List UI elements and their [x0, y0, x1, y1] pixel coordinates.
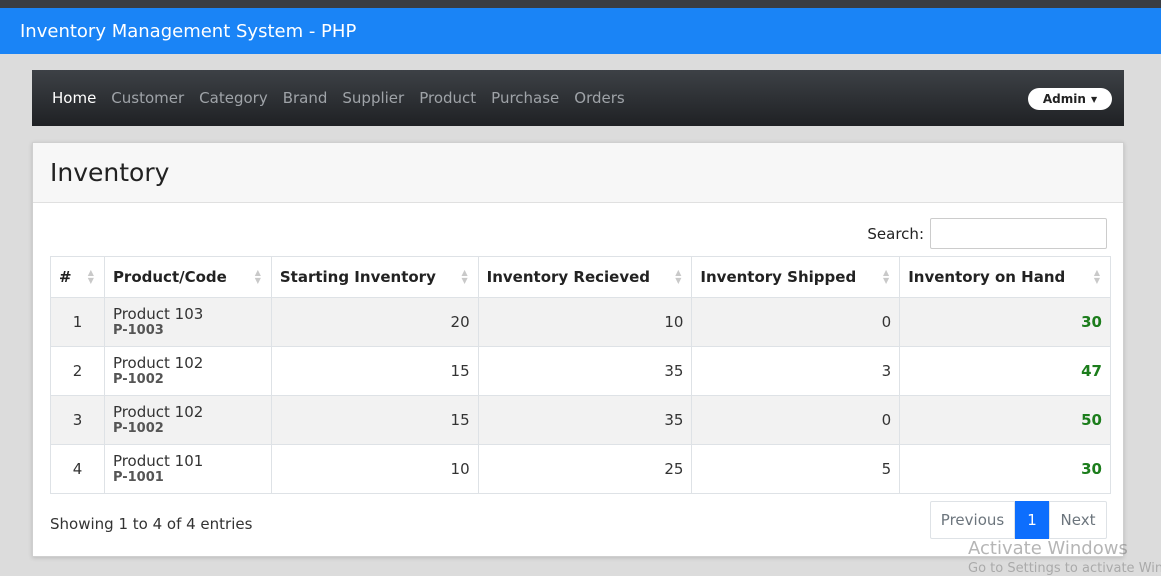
column-header-shipped[interactable]: Inventory Shipped ▲ ▼ [691, 256, 901, 298]
cell-on-hand: 30 [899, 297, 1111, 347]
column-header-received[interactable]: Inventory Recieved ▲ ▼ [477, 256, 693, 298]
nav-product[interactable]: Product [419, 89, 476, 107]
admin-label: Admin [1042, 92, 1086, 106]
pagination: Previous 1 Next [930, 501, 1107, 539]
table-row: 4 Product 101 P-1001 10 25 5 30 [50, 444, 1111, 494]
inventory-table: # ▲ ▼ Product/Code ▲ ▼ Starting Inventory ▲ ▼ … [50, 256, 1111, 494]
app-title: Inventory Management System - PHP [20, 20, 357, 42]
table-row: 1 Product 103 P-1003 20 10 0 30 [50, 297, 1111, 347]
caret-down-icon: ▼ [1090, 94, 1098, 104]
cell-shipped: 3 [691, 346, 901, 396]
search-label: Search: [867, 224, 924, 243]
cell-starting: 20 [270, 297, 479, 347]
cell-received: 35 [477, 346, 693, 396]
search-row: Search: [867, 218, 1107, 249]
product-name: Product 102 [112, 354, 204, 372]
admin-dropdown-button[interactable]: Admin ▼ [1028, 88, 1112, 110]
cell-received: 35 [477, 395, 693, 445]
app-header: Inventory Management System - PHP [0, 8, 1161, 54]
nav-purchase[interactable]: Purchase [491, 89, 559, 107]
sort-icon: ▲ ▼ [87, 268, 94, 285]
cell-shipped: 0 [691, 297, 901, 347]
product-code: P-1003 [112, 323, 164, 338]
previous-page-button[interactable]: Previous [930, 501, 1015, 539]
table-row: 3 Product 102 P-1002 15 35 0 50 [50, 395, 1111, 445]
product-code: P-1002 [112, 421, 164, 436]
page-1-button[interactable]: 1 [1015, 501, 1049, 539]
product-name: Product 101 [112, 452, 204, 470]
table-row: 2 Product 102 P-1002 15 35 3 47 [50, 346, 1111, 396]
cell-on-hand: 50 [899, 395, 1111, 445]
cell-product: Product 102 P-1002 [103, 395, 272, 445]
product-code: P-1002 [112, 372, 164, 387]
cell-index: 1 [50, 297, 105, 347]
cell-starting: 15 [270, 395, 479, 445]
cell-product: Product 103 P-1003 [103, 297, 272, 347]
table-info: Showing 1 to 4 of 4 entries [50, 515, 253, 533]
cell-shipped: 5 [691, 444, 901, 494]
column-header-index[interactable]: # ▲ ▼ [50, 256, 105, 298]
main-navbar: Home Customer Category Brand Supplier Pr… [32, 70, 1124, 126]
nav-home[interactable]: Home [52, 89, 96, 107]
nav-category[interactable]: Category [199, 89, 268, 107]
sort-icon: ▲ ▼ [254, 268, 261, 285]
column-header-starting[interactable]: Starting Inventory ▲ ▼ [270, 256, 479, 298]
inventory-card: Inventory Search: # ▲ ▼ Product/Code ▲ ▼ Sta… [32, 142, 1124, 557]
product-code: P-1001 [112, 470, 164, 485]
cell-index: 4 [50, 444, 105, 494]
sort-icon: ▲ ▼ [883, 268, 890, 285]
cell-index: 2 [50, 346, 105, 396]
sort-icon: ▲ ▼ [461, 268, 468, 285]
column-header-product[interactable]: Product/Code ▲ ▼ [103, 256, 272, 298]
nav-customer[interactable]: Customer [111, 89, 184, 107]
sort-icon: ▲ ▼ [1093, 268, 1100, 285]
cell-on-hand: 30 [899, 444, 1111, 494]
cell-product: Product 101 P-1001 [103, 444, 272, 494]
column-header-on-hand[interactable]: Inventory on Hand ▲ ▼ [899, 256, 1111, 298]
cell-starting: 15 [270, 346, 479, 396]
top-strip [0, 0, 1161, 8]
product-name: Product 102 [112, 403, 204, 421]
table-header-row: # ▲ ▼ Product/Code ▲ ▼ Starting Inventory ▲ ▼ … [50, 256, 1111, 298]
cell-product: Product 102 P-1002 [103, 346, 272, 396]
nav-brand[interactable]: Brand [283, 89, 328, 107]
card-header: Inventory [33, 143, 1123, 203]
cell-received: 25 [477, 444, 693, 494]
activation-watermark-title: Activate Windows [968, 538, 1128, 559]
activation-watermark-subtitle: Go to Settings to activate Windows. [968, 561, 1161, 576]
nav-orders[interactable]: Orders [574, 89, 624, 107]
cell-index: 3 [50, 395, 105, 445]
cell-received: 10 [477, 297, 693, 347]
page-title: Inventory [50, 158, 170, 187]
sort-icon: ▲ ▼ [675, 268, 682, 285]
cell-starting: 10 [270, 444, 479, 494]
cell-on-hand: 47 [899, 346, 1111, 396]
search-input[interactable] [930, 218, 1107, 249]
nav-supplier[interactable]: Supplier [342, 89, 404, 107]
product-name: Product 103 [112, 305, 204, 323]
cell-shipped: 0 [691, 395, 901, 445]
next-page-button[interactable]: Next [1049, 501, 1107, 539]
